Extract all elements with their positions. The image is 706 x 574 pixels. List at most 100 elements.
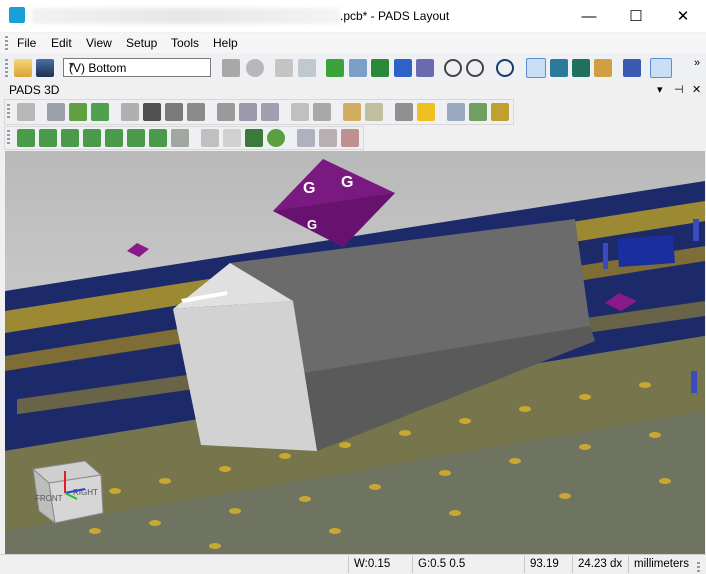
pads-3d-panel-header: PADS 3D ▾ ⊣ ✕: [0, 82, 706, 98]
align-icon[interactable]: [217, 103, 235, 121]
via-icon[interactable]: [349, 59, 367, 77]
chevron-down-icon: ▾: [69, 60, 75, 71]
sketch-icon[interactable]: [416, 59, 434, 77]
components-2-icon[interactable]: [187, 103, 205, 121]
add-component-icon[interactable]: [69, 103, 87, 121]
view-cube-front-label: FRONT: [35, 494, 63, 503]
redo-icon[interactable]: [466, 59, 484, 77]
dimension-icon[interactable]: [395, 103, 413, 121]
view-cube-left-icon[interactable]: [105, 129, 123, 147]
paint-brush-icon[interactable]: [594, 59, 612, 77]
components-icon[interactable]: [165, 103, 183, 121]
board-icon[interactable]: [371, 59, 389, 77]
marker-glyph-2: G: [341, 174, 353, 191]
view-cube-top-icon[interactable]: [17, 129, 35, 147]
title-bar: .pcb* - PADS Layout — ☐ ✕: [0, 0, 706, 32]
pads-app-icon: [9, 7, 25, 23]
status-grid: G:0.5 0.5: [418, 558, 466, 570]
refresh-view-icon[interactable]: [267, 129, 285, 147]
output-window-icon[interactable]: [650, 58, 672, 78]
3d-viewport[interactable]: G G G FRONT RIGHT: [5, 151, 705, 554]
menu-file[interactable]: File: [17, 36, 36, 50]
view-cube-right-icon[interactable]: [127, 129, 145, 147]
zoom-icon[interactable]: [291, 103, 309, 121]
minimize-button[interactable]: —: [566, 0, 612, 32]
distribute-icon[interactable]: [239, 103, 257, 121]
view-cube[interactable]: FRONT RIGHT: [31, 460, 104, 525]
select-arrow-icon[interactable]: [223, 129, 241, 147]
status-separator: [348, 556, 349, 573]
view-iso-icon[interactable]: [149, 129, 167, 147]
route-icon[interactable]: [326, 59, 344, 77]
redacted-file-path: [32, 8, 340, 24]
panel-close-button[interactable]: ✕: [692, 83, 701, 96]
measure-icon[interactable]: [343, 103, 361, 121]
arrange-icon[interactable]: [261, 103, 279, 121]
export-icon[interactable]: [447, 103, 465, 121]
trace-icon[interactable]: [394, 59, 412, 77]
status-line-width: W:0.15: [354, 558, 391, 570]
menu-setup[interactable]: Setup: [126, 36, 157, 50]
close-button[interactable]: ✕: [660, 0, 706, 32]
3d-rotate-icon[interactable]: [572, 59, 590, 77]
view-cube-right-label: RIGHT: [73, 488, 98, 497]
toolbar-overflow-button[interactable]: »: [694, 57, 700, 69]
clip-plane-icon[interactable]: [297, 129, 315, 147]
search-icon[interactable]: [496, 59, 514, 77]
menu-tools[interactable]: Tools: [171, 36, 199, 50]
hand-pan-icon[interactable]: [17, 103, 35, 121]
blue-component: [617, 235, 675, 267]
menubar-grip[interactable]: [5, 36, 8, 50]
3d-view-toggle-icon[interactable]: [526, 58, 546, 78]
cut-icon[interactable]: [319, 129, 337, 147]
panel-dropdown-button[interactable]: ▾: [657, 83, 663, 96]
move-icon[interactable]: [47, 103, 65, 121]
save-icon[interactable]: [36, 59, 54, 77]
properties-icon[interactable]: [121, 103, 139, 121]
user-settings-icon[interactable]: [623, 59, 641, 77]
window-title: .pcb* - PADS Layout: [340, 9, 450, 23]
resize-grip[interactable]: [697, 562, 700, 572]
chip-icon[interactable]: [143, 103, 161, 121]
menu-bar: File Edit View Setup Tools Help: [0, 33, 706, 53]
disabled-tool-2-icon[interactable]: [298, 59, 316, 77]
menu-edit[interactable]: Edit: [51, 36, 72, 50]
status-separator: [572, 556, 573, 573]
cut-2-icon[interactable]: [341, 129, 359, 147]
marker-glyph: G: [303, 180, 315, 197]
refresh-icon[interactable]: [246, 59, 264, 77]
status-separator: [524, 556, 525, 573]
menu-view[interactable]: View: [86, 36, 112, 50]
open-folder-icon[interactable]: [14, 59, 32, 77]
ruler-icon[interactable]: [365, 103, 383, 121]
status-bar: W:0.15 G:0.5 0.5 93.19 24.23 dx millimet…: [0, 554, 706, 574]
toolbar-grip[interactable]: [7, 104, 10, 120]
blue-pin-3: [691, 371, 697, 393]
undo-icon[interactable]: [444, 59, 462, 77]
view-cube-front-icon[interactable]: [61, 129, 79, 147]
warning-icon[interactable]: [417, 103, 435, 121]
3d-toolbar-row-1: [4, 99, 514, 125]
clipboard-icon[interactable]: [469, 103, 487, 121]
view-iso-2-icon[interactable]: [171, 129, 189, 147]
view-cube-back-icon[interactable]: [83, 129, 101, 147]
status-x-coordinate: 93.19: [530, 558, 559, 570]
panel-pin-button[interactable]: ⊣: [674, 83, 684, 96]
status-units: millimeters: [634, 558, 689, 570]
3d-camera-icon[interactable]: [550, 59, 568, 77]
menu-help[interactable]: Help: [213, 36, 238, 50]
layer-select[interactable]: (V) Bottom ▾: [63, 58, 211, 77]
status-y-coordinate: 24.23 dx: [578, 558, 623, 570]
move-component-icon[interactable]: [91, 103, 109, 121]
pcb-3d-scene: G G G FRONT RIGHT: [5, 151, 705, 554]
toolbar-grip[interactable]: [7, 130, 10, 146]
print-icon[interactable]: [313, 103, 331, 121]
disabled-tool-icon[interactable]: [275, 59, 293, 77]
layer-settings-icon[interactable]: [222, 59, 240, 77]
fit-view-icon[interactable]: [201, 129, 219, 147]
view-cube-bottom-icon[interactable]: [39, 129, 57, 147]
maximize-button[interactable]: ☐: [613, 0, 659, 32]
toolbar-grip[interactable]: [5, 59, 8, 77]
rotate-view-icon[interactable]: [245, 129, 263, 147]
settings-icon[interactable]: [491, 103, 509, 121]
